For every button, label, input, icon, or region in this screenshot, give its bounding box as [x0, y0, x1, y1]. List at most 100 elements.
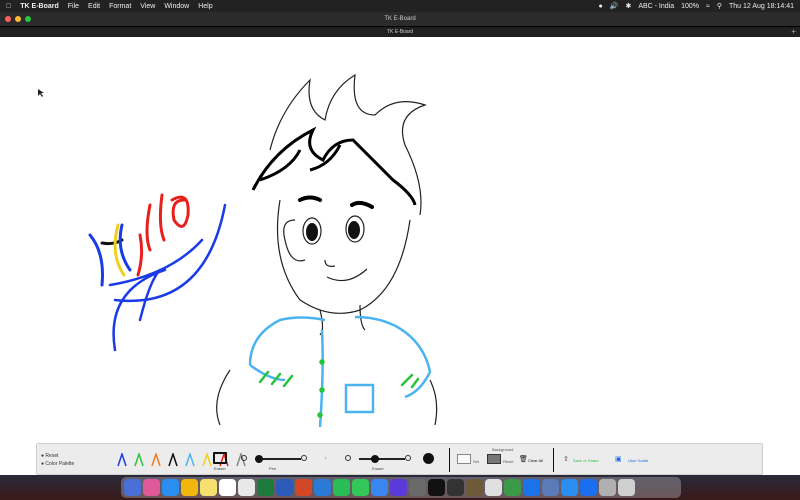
mouse-cursor-icon	[38, 89, 44, 97]
preview-icon[interactable]	[238, 479, 255, 496]
pen-size-large-icon[interactable]	[301, 455, 307, 461]
clock-datetime[interactable]: Thu 12 Aug 18:14:41	[729, 3, 794, 10]
apple-icon[interactable]: 	[6, 3, 11, 10]
reset-label: Reset	[45, 453, 59, 459]
eraser-size-label: Eraser	[372, 466, 384, 471]
dot-icon[interactable]: •	[325, 455, 326, 460]
video-icon[interactable]: ▣	[615, 455, 622, 463]
launchpad-icon[interactable]	[143, 479, 160, 496]
eyebrows	[298, 195, 374, 209]
chrome-icon[interactable]	[181, 479, 198, 496]
search-icon[interactable]: ⚲	[717, 2, 722, 10]
app-menu[interactable]: TK E-Board	[20, 3, 59, 10]
menu-view[interactable]: View	[140, 3, 155, 10]
separator	[449, 448, 450, 472]
menu-file[interactable]: File	[68, 3, 79, 10]
activity-icon[interactable]	[447, 479, 464, 496]
menu-format[interactable]: Format	[109, 3, 131, 10]
drawing-canvas[interactable]	[0, 37, 800, 475]
color-palette-label: Color Palette	[45, 461, 75, 467]
trash-icon[interactable]: 🗑	[519, 455, 528, 463]
boy-drawing	[216, 73, 438, 426]
menu-help[interactable]: Help	[198, 3, 212, 10]
tk-eboard-icon[interactable]	[485, 479, 502, 496]
appstore-icon[interactable]	[580, 479, 597, 496]
eraser-size-knob[interactable]	[371, 455, 379, 463]
maps-icon[interactable]	[371, 479, 388, 496]
left-controls: ● Reset ● Color Palette	[41, 452, 74, 468]
teams-icon[interactable]	[390, 479, 407, 496]
separator	[553, 448, 554, 472]
close-button[interactable]	[5, 16, 11, 22]
reset-bg-label[interactable]: Reset	[503, 459, 513, 464]
tab-title[interactable]: TK E-Board	[387, 29, 413, 35]
green-app-icon[interactable]	[504, 479, 521, 496]
messages-icon[interactable]	[352, 479, 369, 496]
menu-window[interactable]: Window	[164, 3, 189, 10]
set-label[interactable]: Set	[473, 459, 479, 464]
finder-icon[interactable]	[124, 479, 141, 496]
share-icon[interactable]: ⇧	[563, 455, 569, 463]
record-icon[interactable]: ●	[598, 3, 602, 10]
pen-color-4[interactable]	[168, 451, 178, 467]
pen-color-2[interactable]	[134, 451, 144, 467]
window-titlebar: TK E-Board	[0, 12, 800, 26]
volume-icon[interactable]: 🔊	[610, 2, 619, 10]
pen-size-small-icon[interactable]	[241, 455, 247, 461]
bg-set-swatch[interactable]	[457, 454, 471, 464]
photos-icon[interactable]	[542, 479, 559, 496]
color-palette-button[interactable]: ● Color Palette	[41, 460, 74, 468]
settings-icon[interactable]	[409, 479, 426, 496]
pen-color-5[interactable]	[185, 451, 195, 467]
pen-size-knob[interactable]	[255, 455, 263, 463]
wifi-icon[interactable]: ≈	[706, 3, 710, 10]
zoom-icon[interactable]	[523, 479, 540, 496]
bluetooth-icon[interactable]: ✱	[625, 2, 631, 10]
eraser-size-slider[interactable]	[359, 458, 405, 460]
facetime-icon[interactable]	[333, 479, 350, 496]
eraser-icon[interactable]	[213, 452, 227, 464]
new-tab-icon[interactable]: +	[791, 27, 796, 36]
excel-icon[interactable]	[257, 479, 274, 496]
minimize-button[interactable]	[15, 16, 21, 22]
mail-icon[interactable]	[314, 479, 331, 496]
menu-bar:  TK E-Board File Edit Format View Windo…	[0, 0, 800, 12]
safari-icon[interactable]	[162, 479, 179, 496]
pen-label: Pen	[269, 466, 277, 471]
menu-edit[interactable]: Edit	[88, 3, 100, 10]
battery-percent[interactable]: 100%	[681, 3, 699, 10]
word-icon[interactable]	[276, 479, 293, 496]
window-controls	[5, 16, 31, 22]
powerpoint-icon[interactable]	[295, 479, 312, 496]
eraser-size-small-icon[interactable]	[345, 455, 351, 461]
zoom-button[interactable]	[25, 16, 31, 22]
eraser-size-large-icon[interactable]	[405, 455, 411, 461]
pen-color-3[interactable]	[151, 451, 161, 467]
save-share-button[interactable]: Save or Share	[573, 458, 599, 463]
reset-button[interactable]: ● Reset	[41, 452, 74, 460]
notes-icon[interactable]	[200, 479, 217, 496]
hello-handwriting	[88, 193, 190, 287]
drawing-svg	[38, 73, 438, 428]
clear-all-button[interactable]: Clear All	[528, 458, 543, 463]
hair-scribble	[251, 126, 417, 206]
trash-dock-icon[interactable]	[618, 479, 635, 496]
user-guide-button[interactable]: User Guide	[628, 458, 648, 463]
textedit-icon[interactable]	[219, 479, 236, 496]
input-source[interactable]: ABC - India	[638, 3, 674, 10]
pen-color-6[interactable]	[202, 451, 212, 467]
eraser-label: Eraser	[214, 466, 226, 471]
tools-toolbar: ● Reset ● Color Palette Eraser Pen • Era…	[36, 443, 763, 475]
blue-swooshes	[108, 203, 227, 352]
eyes-pupils	[306, 221, 360, 241]
pen-color-1[interactable]	[117, 451, 127, 467]
big-dot-icon[interactable]	[423, 453, 434, 464]
bg-reset-swatch[interactable]	[487, 454, 501, 464]
downloads-icon[interactable]	[599, 479, 616, 496]
tab-bar: TK E-Board	[0, 26, 800, 37]
shirt-drawing	[248, 315, 432, 428]
folder-icon[interactable]	[561, 479, 578, 496]
terminal-icon[interactable]	[428, 479, 445, 496]
script-icon[interactable]	[466, 479, 483, 496]
background-label: Background	[492, 447, 514, 452]
